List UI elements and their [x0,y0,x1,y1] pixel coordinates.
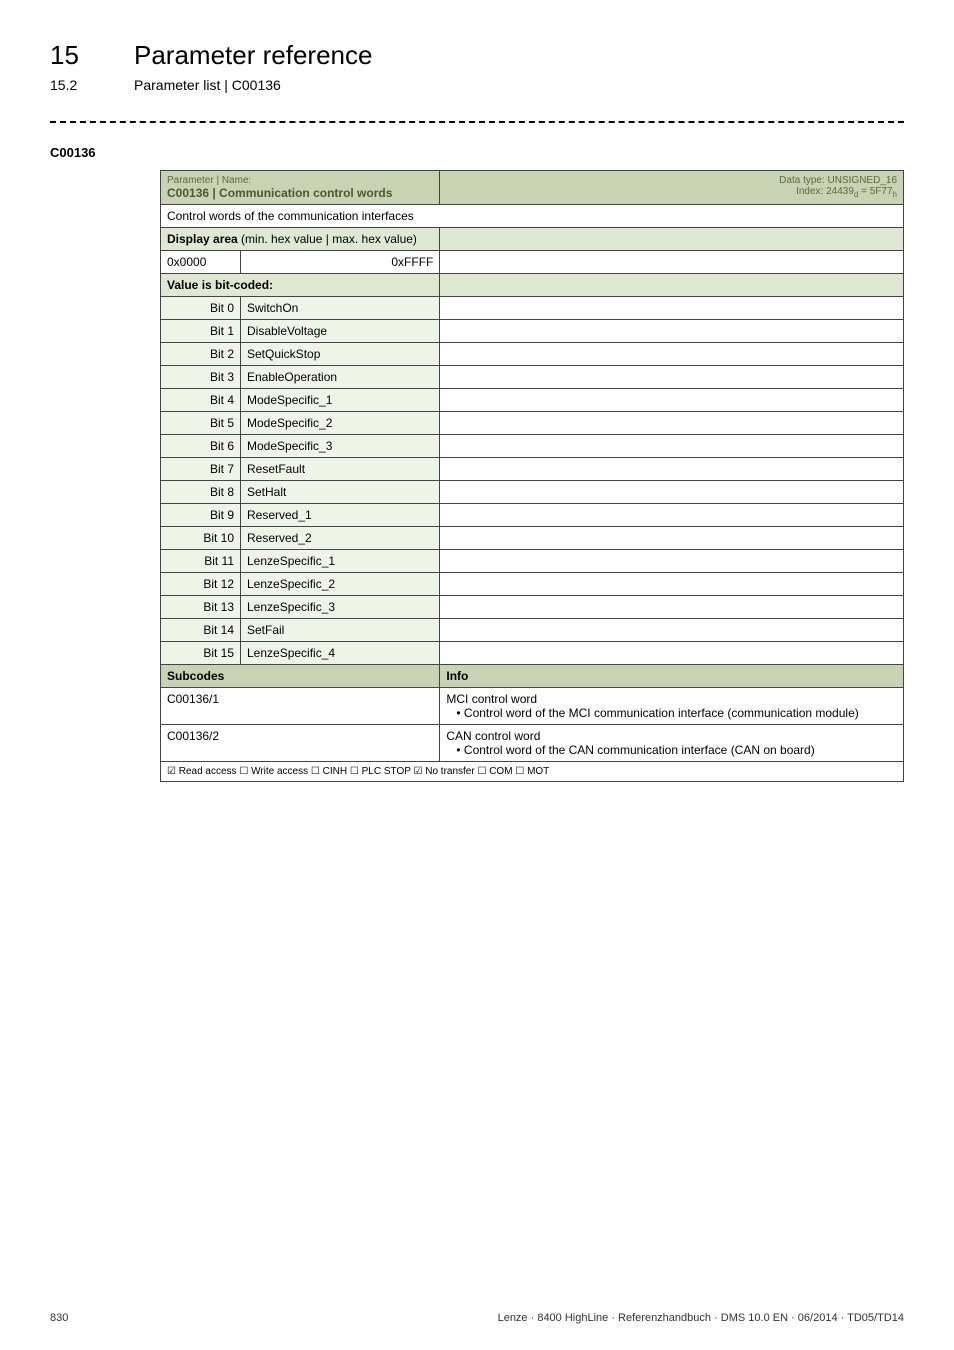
param-name-value: C00136 | Communication control words [167,186,392,200]
bit-name: SwitchOn [241,297,440,320]
bit-name: DisableVoltage [241,320,440,343]
bit-label: Bit 10 [161,527,241,550]
page-number: 830 [50,1312,68,1324]
bit-label: Bit 11 [161,550,241,573]
datatype-label: Data type: UNSIGNED_16 [779,175,897,186]
bit-name: LenzeSpecific_4 [241,642,440,665]
bit-label: Bit 3 [161,366,241,389]
bit-label: Bit 4 [161,389,241,412]
chapter-number: 15 [50,40,110,71]
param-description: Control words of the communication inter… [161,205,904,228]
parameter-code-heading: C00136 [50,145,904,160]
bit-name: SetQuickStop [241,343,440,366]
section-number: 15.2 [50,77,110,93]
info-header: Info [440,665,904,688]
display-area-header: Display area (min. hex value | max. hex … [161,228,440,251]
bit-label: Bit 5 [161,412,241,435]
section-title: Parameter list | C00136 [134,77,281,93]
bit-name: ModeSpecific_1 [241,389,440,412]
subcode-id: C00136/2 [161,725,440,762]
value-bitcoded-header: Value is bit-coded: [161,274,440,297]
subcode-info: CAN control word Control word of the CAN… [440,725,904,762]
bit-name: ModeSpecific_3 [241,435,440,458]
subcode-id: C00136/1 [161,688,440,725]
bit-name: SetHalt [241,481,440,504]
bit-name: SetFail [241,619,440,642]
index-label: Index: 24439d = 5F77h [796,186,897,197]
bit-label: Bit 6 [161,435,241,458]
hex-min: 0x0000 [161,251,241,274]
bit-name: LenzeSpecific_2 [241,573,440,596]
bit-label: Bit 12 [161,573,241,596]
bit-label: Bit 8 [161,481,241,504]
bit-name: LenzeSpecific_3 [241,596,440,619]
access-flags: ☑ Read access ☐ Write access ☐ CINH ☐ PL… [161,762,904,782]
bit-label: Bit 14 [161,619,241,642]
bit-label: Bit 7 [161,458,241,481]
subcodes-header: Subcodes [161,665,440,688]
bit-label: Bit 15 [161,642,241,665]
bit-label: Bit 13 [161,596,241,619]
bit-name: ResetFault [241,458,440,481]
footer-text: Lenze · 8400 HighLine · Referenzhandbuch… [498,1312,904,1324]
bit-label: Bit 9 [161,504,241,527]
chapter-title: Parameter reference [134,40,372,71]
bit-name: EnableOperation [241,366,440,389]
bit-label: Bit 0 [161,297,241,320]
subcode-info: MCI control word Control word of the MCI… [440,688,904,725]
parameter-table: Parameter | Name: C00136 | Communication… [160,170,904,782]
divider [50,121,904,123]
bit-name: LenzeSpecific_1 [241,550,440,573]
bit-name: Reserved_1 [241,504,440,527]
param-name-label: Parameter | Name: [167,175,251,186]
hex-max: 0xFFFF [241,251,440,274]
bit-label: Bit 1 [161,320,241,343]
bit-name: ModeSpecific_2 [241,412,440,435]
bit-label: Bit 2 [161,343,241,366]
bit-name: Reserved_2 [241,527,440,550]
